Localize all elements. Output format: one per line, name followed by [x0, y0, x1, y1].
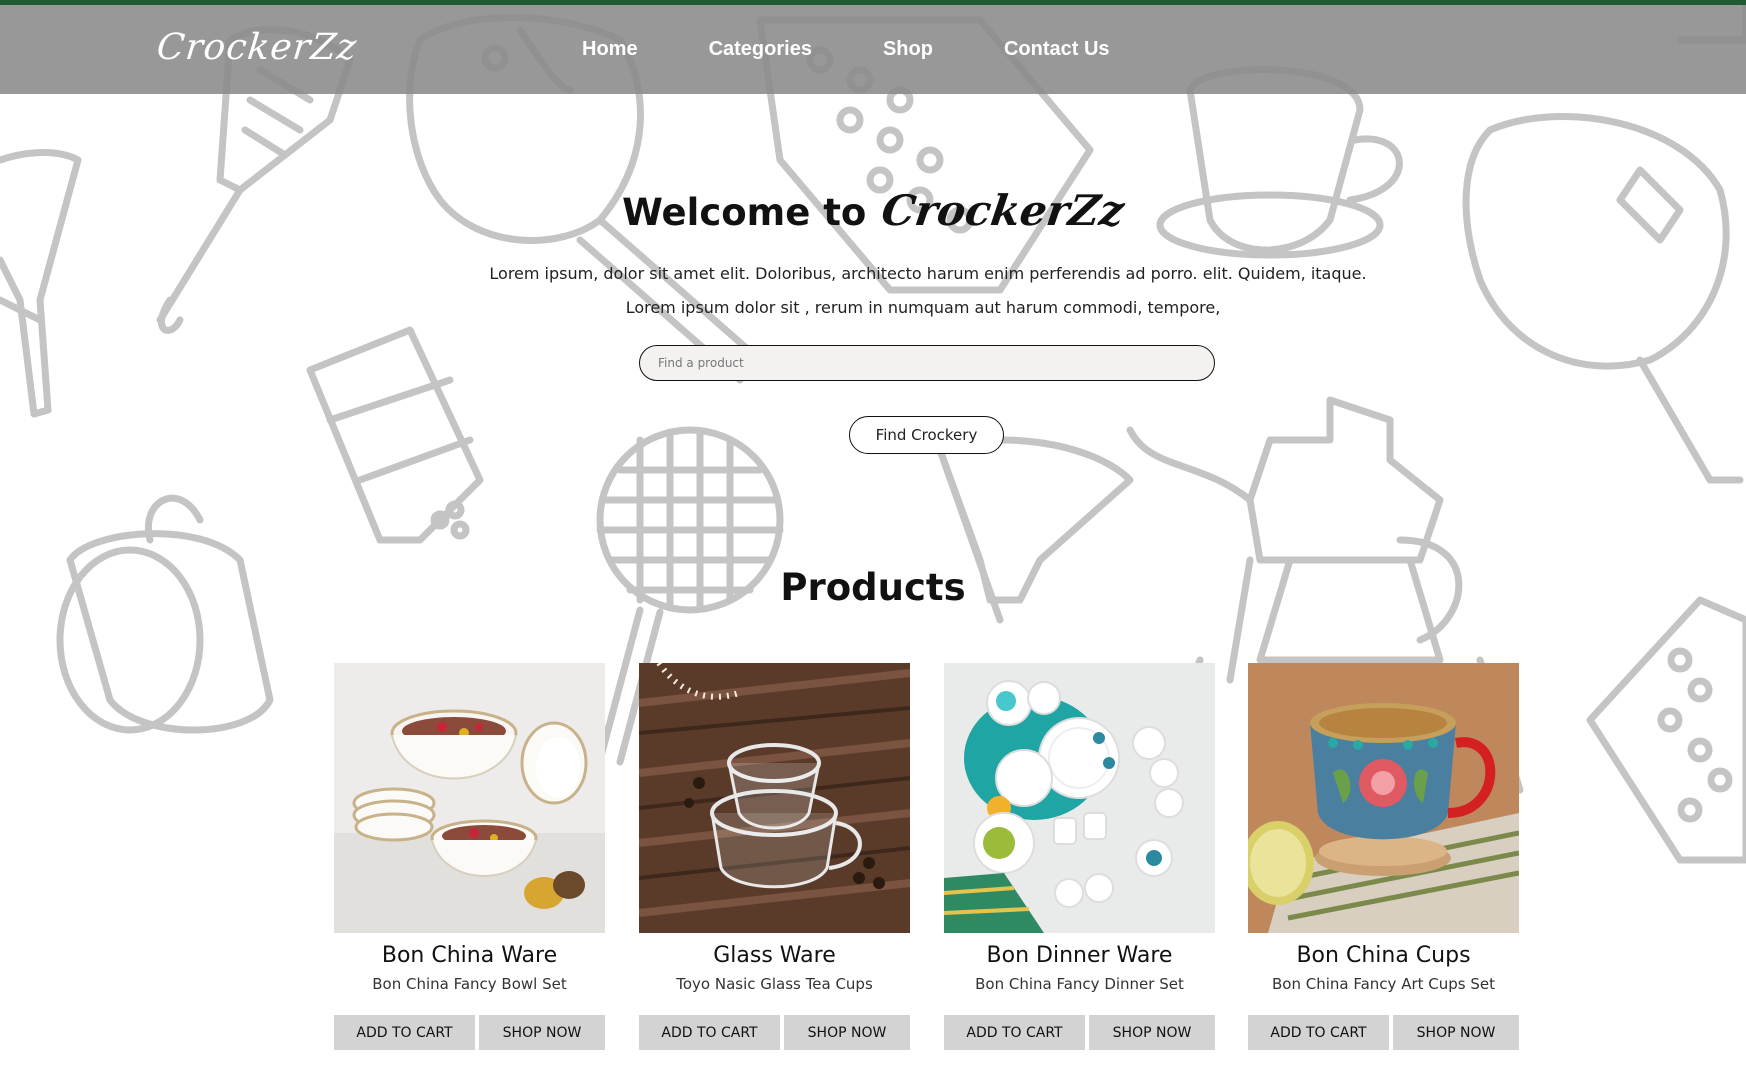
product-image-glass-cups[interactable]	[639, 663, 910, 933]
product-image-dinner-set[interactable]	[944, 663, 1215, 933]
product-card: Bon China Ware Bon China Fancy Bowl Set …	[334, 663, 605, 1050]
add-to-cart-button[interactable]: ADD TO CART	[639, 1015, 780, 1050]
nav-categories[interactable]: Categories	[709, 38, 812, 61]
nav-contact-us[interactable]: Contact Us	[1004, 38, 1110, 61]
product-card: Bon Dinner Ware Bon China Fancy Dinner S…	[944, 663, 1215, 1050]
product-name[interactable]: Bon China Cups	[1248, 943, 1519, 973]
nav-shop[interactable]: Shop	[883, 38, 933, 61]
product-description: Toyo Nasic Glass Tea Cups	[676, 975, 873, 993]
product-actions: ADD TO CART SHOP NOW	[944, 1015, 1215, 1050]
product-image-art-cup[interactable]	[1248, 663, 1519, 933]
hero-title: Welcome to CrockerZz	[0, 186, 1746, 235]
product-actions: ADD TO CART SHOP NOW	[1248, 1015, 1519, 1050]
add-to-cart-button[interactable]: ADD TO CART	[944, 1015, 1085, 1050]
hero-brand-logo: CrockerZz	[878, 186, 1128, 235]
shop-now-button[interactable]: SHOP NOW	[1089, 1015, 1215, 1050]
product-actions: ADD TO CART SHOP NOW	[334, 1015, 605, 1050]
product-card: Glass Ware Toyo Nasic Glass Tea Cups ADD…	[639, 663, 910, 1050]
product-image-bowl-set[interactable]	[334, 663, 605, 933]
product-description: Bon China Fancy Bowl Set	[372, 975, 567, 993]
shop-now-button[interactable]: SHOP NOW	[1393, 1015, 1519, 1050]
shop-now-button[interactable]: SHOP NOW	[784, 1015, 910, 1050]
hero-description-line-2: Lorem ipsum dolor sit , rerum in numquam…	[625, 298, 1221, 317]
add-to-cart-button[interactable]: ADD TO CART	[334, 1015, 475, 1050]
product-name[interactable]: Bon Dinner Ware	[944, 943, 1215, 973]
add-to-cart-button[interactable]: ADD TO CART	[1248, 1015, 1389, 1050]
find-crockery-button[interactable]: Find Crockery	[849, 416, 1004, 454]
hero-description-line-1: Lorem ipsum, dolor sit amet elit. Dolori…	[489, 264, 1367, 283]
product-actions: ADD TO CART SHOP NOW	[639, 1015, 910, 1050]
product-card: Bon China Cups Bon China Fancy Art Cups …	[1248, 663, 1519, 1050]
hero-welcome-text: Welcome to	[622, 191, 867, 234]
site-header: CrockerZz Home Categories Shop Contact U…	[0, 5, 1746, 94]
site-logo[interactable]: CrockerZz	[155, 27, 359, 68]
product-name[interactable]: Bon China Ware	[334, 943, 605, 973]
products-heading: Products	[780, 566, 966, 609]
product-search-input[interactable]	[639, 345, 1215, 381]
product-description: Bon China Fancy Dinner Set	[975, 975, 1184, 993]
nav-home[interactable]: Home	[582, 38, 638, 61]
header-accent-bar	[0, 0, 1746, 5]
main-nav: Home Categories Shop Contact Us	[582, 38, 1110, 61]
shop-now-button[interactable]: SHOP NOW	[479, 1015, 605, 1050]
product-name[interactable]: Glass Ware	[639, 943, 910, 973]
product-description: Bon China Fancy Art Cups Set	[1272, 975, 1495, 993]
